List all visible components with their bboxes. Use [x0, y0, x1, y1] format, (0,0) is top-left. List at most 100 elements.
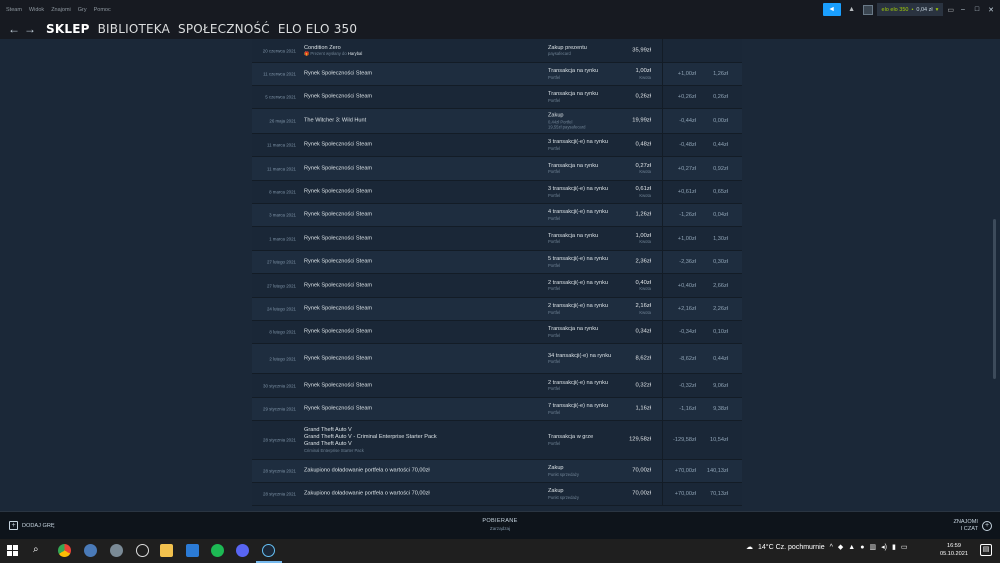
- payment-method: Punkt sprzedaży: [548, 471, 579, 477]
- gift-recipient: Harybal: [347, 51, 363, 57]
- transaction-row[interactable]: 2 lutego 2021 Rynek Społeczności Steam 34 …: [252, 344, 742, 374]
- discord-icon[interactable]: [236, 544, 249, 557]
- spotify-icon[interactable]: [211, 544, 224, 557]
- mail-icon[interactable]: [186, 544, 199, 557]
- menu-item-help[interactable]: Pomoc: [94, 7, 111, 13]
- transaction-type: 7 transakcji(-e) na rynku: [548, 403, 608, 410]
- minimize-button[interactable]: –: [958, 3, 968, 16]
- network-icon[interactable]: ▥: [869, 543, 876, 551]
- friends-chat-button[interactable]: ZNAJOMI I CZAT +: [953, 519, 992, 532]
- avatar[interactable]: [862, 4, 873, 15]
- transaction-row[interactable]: 24 lutego 2021 Rynek Społeczności Steam 2 …: [252, 298, 742, 321]
- transaction-row[interactable]: 27 lutego 2021 Rynek Społeczności Steam 2 …: [252, 274, 742, 298]
- transaction-type-cell: Zakup prezentu paysafecard: [548, 45, 620, 57]
- payment-method: Portfel: [548, 286, 561, 292]
- maximize-button[interactable]: □: [972, 3, 982, 16]
- payment-method-2: 19,55zł paysafecard: [548, 124, 586, 130]
- close-button[interactable]: ✕: [986, 3, 996, 16]
- chevron-up-icon[interactable]: ^: [830, 544, 833, 551]
- transaction-row[interactable]: 28 stycznia 2021 Zakupiono doładowanie po…: [252, 483, 742, 506]
- tab-profile[interactable]: ELO ELO 350: [278, 22, 357, 36]
- tray-app-icon-2[interactable]: ▲: [848, 544, 855, 551]
- transaction-row[interactable]: 11 czerwca 2021 Rynek Społeczności Steam T…: [252, 63, 742, 86]
- app-icon[interactable]: [84, 544, 97, 557]
- downloads-button[interactable]: POBIERANE Zarządzaj: [460, 518, 540, 531]
- microphone-icon[interactable]: ▮: [892, 543, 896, 551]
- total-amount: 19,99zł: [632, 117, 651, 124]
- wallet-change: +70,00zł: [674, 491, 696, 497]
- transaction-type-cell: Transakcja na rynku Portfel: [548, 163, 620, 175]
- menu-item-games[interactable]: Gry: [78, 7, 87, 13]
- payment-method: Portfel: [548, 215, 561, 221]
- wallet-balance-cell: 9,38zł: [713, 406, 728, 412]
- transaction-row[interactable]: 5 czerwca 2021 Rynek Społeczności Steam Tr…: [252, 86, 742, 109]
- transaction-row[interactable]: 30 stycznia 2021 Rynek Społeczności Steam…: [252, 374, 742, 398]
- transaction-row[interactable]: 28 stycznia 2021 Zakupiono doładowanie po…: [252, 460, 742, 483]
- transaction-total-cell: 1,16zł: [620, 406, 651, 413]
- menu-item-view[interactable]: Widok: [29, 7, 44, 13]
- transaction-row[interactable]: 11 marca 2021 Rynek Społeczności Steam Tra…: [252, 157, 742, 181]
- weather-text[interactable]: 14°C Cz. pochmurnie: [758, 544, 825, 551]
- windows-start-icon[interactable]: [7, 545, 18, 556]
- transaction-row[interactable]: 8 marca 2021 Rynek Społeczności Steam 3 tr…: [252, 181, 742, 204]
- tray-app-icon[interactable]: ◆: [838, 543, 843, 551]
- wallet-balance-cell: 2,66zł: [713, 282, 728, 289]
- steam-icon[interactable]: [262, 544, 275, 557]
- menu-item-steam[interactable]: Steam: [6, 7, 22, 13]
- transaction-row[interactable]: 8 lutego 2021 Rynek Społeczności Steam Tra…: [252, 321, 742, 344]
- app-icon-2[interactable]: [110, 544, 123, 557]
- big-picture-button[interactable]: ▭: [947, 3, 954, 16]
- back-arrow-icon[interactable]: ←: [6, 22, 22, 36]
- taskbar-clock[interactable]: 16:59 05.10.2021: [940, 543, 968, 558]
- weather-icon[interactable]: ☁: [746, 543, 753, 551]
- transaction-items: Grand Theft Auto V Grand Theft Auto V - C…: [304, 427, 544, 453]
- chat-label: I CZAT: [960, 525, 978, 532]
- transaction-row[interactable]: 26 maja 2021 The Witcher 3: Wild Hunt Zaku…: [252, 109, 742, 134]
- item-name: Rynek Społeczności Steam: [304, 141, 373, 148]
- tab-store[interactable]: SKLEP: [46, 22, 90, 36]
- transaction-row[interactable]: 3 marca 2021 Rynek Społeczności Steam 4 tr…: [252, 204, 742, 227]
- notifications-button[interactable]: ▲: [845, 3, 859, 16]
- tab-library[interactable]: BIBLIOTEKA: [98, 22, 170, 36]
- total-amount: 2,36zł: [635, 258, 651, 265]
- transaction-row[interactable]: 27 lutego 2021 Rynek Społeczności Steam 5 …: [252, 251, 742, 274]
- obs-icon[interactable]: [136, 544, 149, 557]
- transaction-row[interactable]: 29 stycznia 2021 Rynek Społeczności Steam…: [252, 398, 742, 421]
- broadcast-button[interactable]: ◄: [822, 3, 841, 16]
- chrome-icon[interactable]: [58, 544, 71, 557]
- file-explorer-icon[interactable]: [160, 544, 173, 557]
- transaction-row[interactable]: 20 czerwca 2021 Condition Zero 🎁 Prezent w…: [252, 39, 742, 63]
- transaction-date: 30 stycznia 2021: [263, 383, 296, 388]
- forward-arrow-icon[interactable]: →: [22, 22, 38, 36]
- action-center-icon[interactable]: ▤: [980, 544, 992, 556]
- column-divider: [662, 39, 663, 62]
- transaction-date: 29 stycznia 2021: [263, 406, 296, 412]
- add-game-button[interactable]: + DODAJ GRĘ: [9, 521, 55, 530]
- transaction-items: Rynek Społeczności Steam: [304, 189, 544, 196]
- transaction-total-cell: 0,61zł Kwota: [620, 186, 651, 198]
- tray-app-icon-3[interactable]: ●: [860, 544, 864, 551]
- transaction-row[interactable]: 28 stycznia 2021 Grand Theft Auto V Grand …: [252, 421, 742, 460]
- transaction-type-cell: Zakup Punkt sprzedaży: [548, 465, 620, 477]
- transaction-items: Rynek Społeczności Steam: [304, 165, 544, 172]
- transaction-date: 28 stycznia 2021: [263, 491, 296, 497]
- payment-method: Portfel: [548, 239, 561, 245]
- transaction-row[interactable]: 11 marca 2021 Rynek Społeczności Steam 3 t…: [252, 134, 742, 157]
- transaction-row[interactable]: 1 marca 2021 Rynek Społeczności Steam Tran…: [252, 227, 742, 251]
- transaction-items: Rynek Społeczności Steam: [304, 94, 544, 101]
- transaction-type-cell: 2 transakcji(-e) na rynku Portfel: [548, 380, 620, 392]
- total-amount: 8,62zł: [635, 355, 651, 362]
- volume-icon[interactable]: ◂): [881, 543, 887, 551]
- transaction-type: Transakcja na rynku: [548, 232, 599, 239]
- item-name: Rynek Społeczności Steam: [304, 70, 373, 77]
- titlebar-controls: ◄ ▲ elo elo 350 • 0,04 zł ▾ ▭ – □ ✕: [822, 3, 996, 16]
- gift-note: 🎁 Prezent wysłany do Harybal: [304, 51, 363, 57]
- search-icon[interactable]: ⌕: [33, 544, 45, 556]
- scrollbar-thumb[interactable]: [993, 219, 996, 379]
- menu-item-friends[interactable]: Znajomi: [51, 7, 71, 13]
- total-amount: 70,00zł: [632, 467, 651, 474]
- language-icon[interactable]: ▭: [901, 543, 908, 551]
- account-menu-button[interactable]: elo elo 350 • 0,04 zł ▾: [876, 3, 944, 16]
- tab-community[interactable]: SPOŁECZNOŚĆ: [178, 22, 270, 36]
- transaction-items: Rynek Społeczności Steam: [304, 355, 544, 362]
